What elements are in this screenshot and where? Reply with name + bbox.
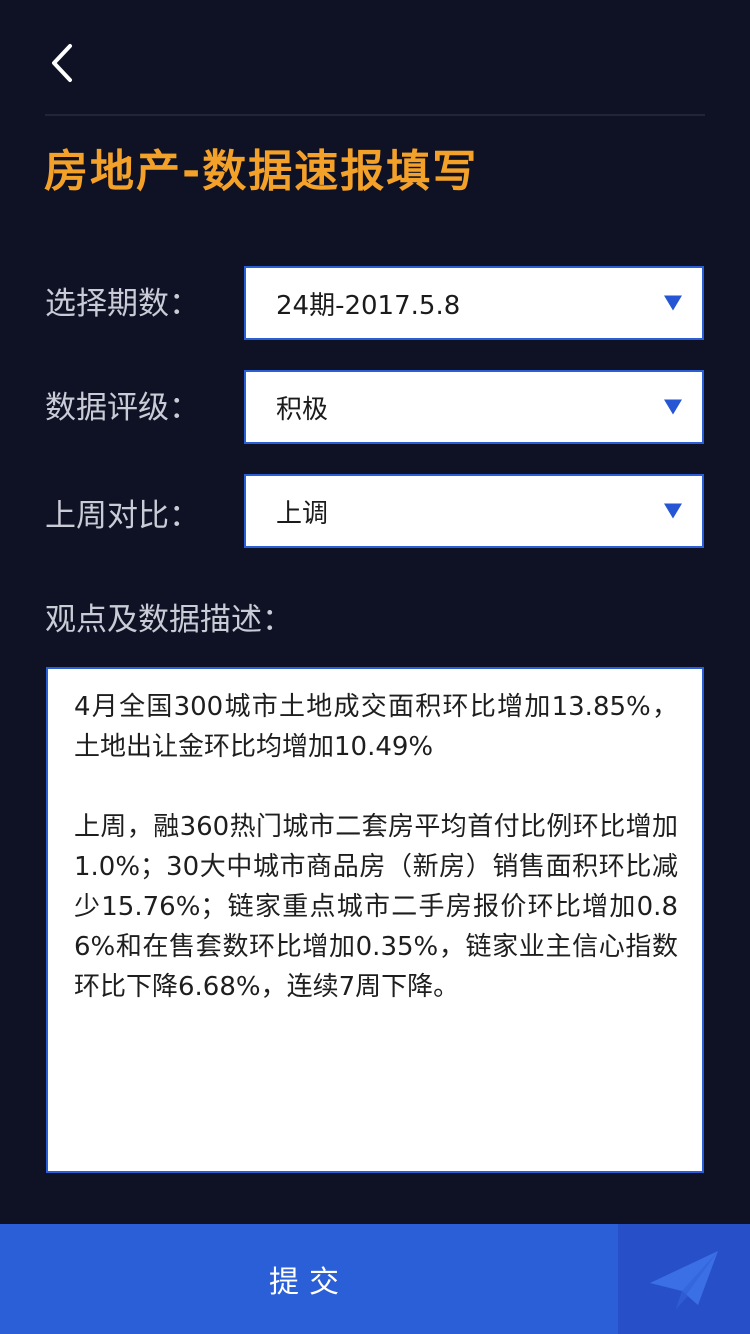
send-icon-area xyxy=(618,1224,750,1334)
compare-value: 上调 xyxy=(276,498,329,529)
dropdown-arrow-icon xyxy=(664,503,682,519)
paper-plane-icon xyxy=(650,1251,718,1309)
compare-label: 上周对比： xyxy=(45,498,200,534)
page-title: 房地产-数据速报填写 xyxy=(44,146,479,197)
submit-button[interactable]: 提交 xyxy=(0,1224,618,1334)
page: 房地产-数据速报填写 选择期数： 24期-2017.5.8 数据评级： 积极 上… xyxy=(0,0,750,1334)
submit-label: 提交 xyxy=(269,1265,349,1300)
rating-label: 数据评级： xyxy=(45,390,200,426)
header-divider xyxy=(45,114,705,116)
rating-value: 积极 xyxy=(276,394,329,425)
compare-select[interactable]: 上调 xyxy=(244,474,704,548)
description-textarea[interactable]: 4月全国300城市土地成交面积环比增加13.85%，土地出让金环比均增加10.4… xyxy=(46,667,704,1173)
dropdown-arrow-icon xyxy=(664,399,682,415)
description-label: 观点及数据描述： xyxy=(45,602,293,638)
period-value: 24期-2017.5.8 xyxy=(276,290,461,321)
period-label: 选择期数： xyxy=(45,286,200,322)
dropdown-arrow-icon xyxy=(664,295,682,311)
footer-bar: 提交 xyxy=(0,1224,750,1334)
chevron-left-icon xyxy=(52,44,72,82)
back-button[interactable] xyxy=(40,38,84,88)
rating-select[interactable]: 积极 xyxy=(244,370,704,444)
period-select[interactable]: 24期-2017.5.8 xyxy=(244,266,704,340)
description-text: 4月全国300城市土地成交面积环比增加13.85%，土地出让金环比均增加10.4… xyxy=(74,692,678,1002)
